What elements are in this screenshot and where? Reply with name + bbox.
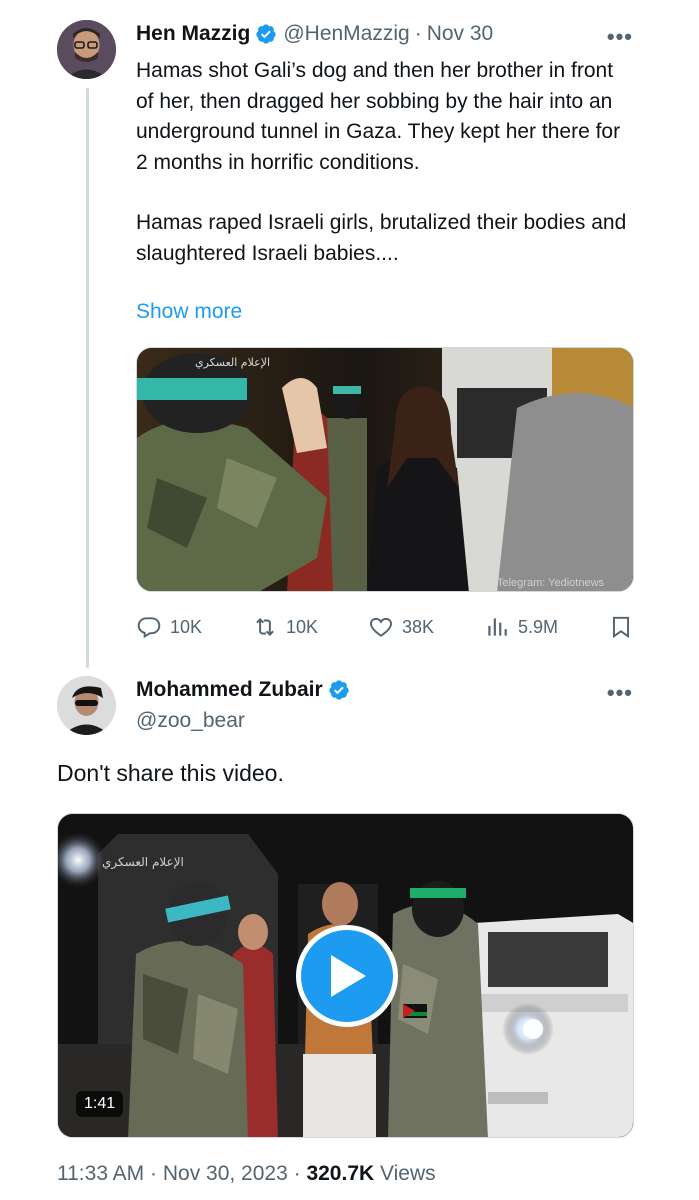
tweet-paragraph: Hamas raped Israeli girls, brutalized th… [136,211,627,265]
views-count: 5.9M [518,616,559,637]
repost-icon [256,618,274,636]
separator-dot: · [144,1162,163,1185]
tweet-time[interactable]: 11:33 AM [57,1162,144,1185]
verified-badge-icon [328,679,350,701]
reply-icon [137,617,161,639]
more-options-icon[interactable]: ••• [607,24,633,50]
tweet-paragraph: Hamas shot Gali’s dog and then her broth… [136,59,621,174]
author-name[interactable]: Hen Mazzig [136,22,250,46]
bookmark-icon [612,616,630,639]
reply-count: 10K [170,616,203,637]
separator-dot: · [287,1162,307,1185]
media-logo-text: الإعلام العسكري [102,855,184,870]
tweet-action-bar: 10K 10K 38K 5.9M [136,609,634,645]
like-button[interactable]: 38K [368,614,434,640]
views-total[interactable]: 320.7K [306,1162,374,1185]
thread-connector-line [86,88,89,668]
separator-dot: · [414,22,422,45]
author-name[interactable]: Mohammed Zubair [136,678,323,702]
reply-button[interactable]: 10K [136,614,202,640]
tweet-full-date[interactable]: Nov 30, 2023 [163,1162,288,1185]
heart-icon [370,617,392,637]
tweet-media-image[interactable]: الإعلام العسكري Telegram: Yediotnews [136,347,634,592]
avatar[interactable] [57,20,116,79]
media-logo-text: الإعلام العسكري [195,356,270,369]
show-more-link[interactable]: Show more [136,300,242,324]
play-icon [331,955,366,997]
author-handle[interactable]: @HenMazzig [283,22,409,46]
play-button[interactable] [296,925,398,1027]
tweet-body: Hamas shot Gali’s dog and then her broth… [136,56,636,269]
media-watermark: Telegram: Yediotnews [497,577,605,589]
author-row: Hen Mazzig @HenMazzig · Nov 30 [136,22,493,46]
views-label: Views [374,1162,436,1185]
views-chart-icon [488,618,507,636]
avatar[interactable] [57,676,116,735]
tweet-body: Don't share this video. [57,760,284,786]
tweet-timestamp-row: 11:33 AM · Nov 30, 2023 · 320.7K Views [57,1162,436,1186]
video-duration-badge: 1:41 [76,1091,124,1117]
author-handle[interactable]: @zoo_bear [136,709,245,733]
more-options-icon[interactable]: ••• [607,680,633,706]
author-row: Mohammed Zubair [136,678,356,702]
like-count: 38K [402,616,435,637]
repost-count: 10K [286,616,319,637]
bookmark-button[interactable] [608,614,634,640]
tweet-date[interactable]: Nov 30 [427,22,494,46]
handle-row: @zoo_bear [136,709,245,733]
views-button[interactable]: 5.9M [484,614,558,640]
verified-badge-icon [255,23,277,45]
repost-button[interactable]: 10K [252,614,318,640]
